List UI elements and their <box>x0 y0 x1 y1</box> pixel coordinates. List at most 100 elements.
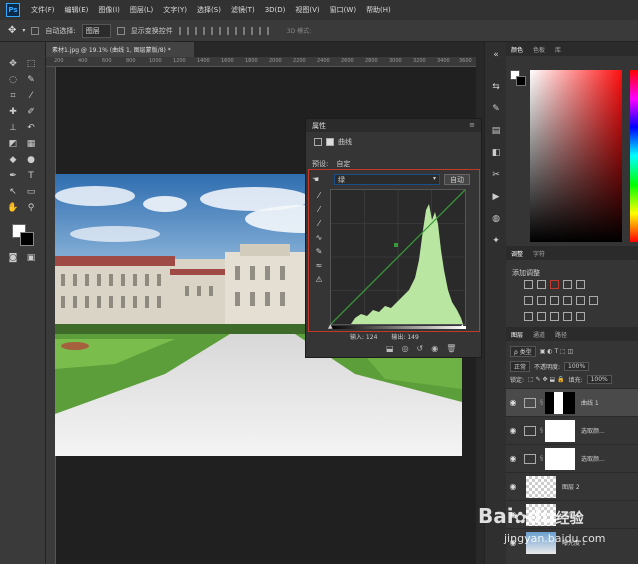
eraser-tool-icon[interactable]: ◩ <box>6 138 20 150</box>
layer-row[interactable]: ◉ § 选取颜... <box>506 444 638 472</box>
marquee-tool-icon[interactable]: ⬚ <box>24 58 38 70</box>
link-icon[interactable]: § <box>540 399 543 406</box>
align-icon[interactable] <box>210 26 221 35</box>
layer-mask-thumbnail[interactable] <box>545 391 575 414</box>
menu-3d[interactable]: 3D(D) <box>260 6 291 14</box>
hue-saturation-icon[interactable] <box>524 296 533 305</box>
vibrance-icon[interactable] <box>576 280 585 289</box>
threshold-icon[interactable] <box>550 312 559 321</box>
tab-paths[interactable]: 路径 <box>555 330 567 339</box>
menu-filter[interactable]: 滤镜(T) <box>226 5 260 15</box>
link-icon[interactable]: § <box>540 427 543 434</box>
tab-adjustments[interactable]: 调整 <box>511 249 523 258</box>
layer-mask-thumbnail[interactable] <box>545 447 575 470</box>
type-tool-icon[interactable]: T <box>24 170 38 182</box>
distribute-icon[interactable] <box>226 26 237 35</box>
pen-tool-icon[interactable]: ✒ <box>6 170 20 182</box>
background-color-swatch[interactable] <box>20 232 34 246</box>
tab-layers[interactable]: 图层 <box>511 330 523 339</box>
brush-panel-icon[interactable]: ✎ <box>490 104 502 116</box>
eyedropper-icon[interactable]: ⁄ <box>24 90 38 102</box>
history-brush-icon[interactable]: ↶ <box>24 122 38 134</box>
properties-panel-icon[interactable]: ▤ <box>490 126 502 138</box>
blend-mode-select[interactable]: 正常 <box>510 361 531 372</box>
photo-filter-icon[interactable] <box>563 296 572 305</box>
move-tool-icon[interactable]: ✥ <box>6 58 20 70</box>
eye-icon[interactable]: ◉ <box>506 398 520 407</box>
gradient-tool-icon[interactable]: ▦ <box>24 138 38 150</box>
tab-character[interactable]: 字符 <box>533 249 545 258</box>
layer-row[interactable]: ◉ 图层 2 <box>506 472 638 500</box>
brush-tool-icon[interactable]: ✐ <box>24 106 38 118</box>
info-panel-icon[interactable]: ◍ <box>490 214 502 226</box>
levels-icon[interactable] <box>537 280 546 289</box>
tab-channels[interactable]: 通道 <box>533 330 545 339</box>
layer-mask-thumbnail[interactable] <box>545 419 575 442</box>
actions-panel-icon[interactable]: ▶ <box>490 192 502 204</box>
hue-slider[interactable] <box>630 70 638 242</box>
menu-help[interactable]: 帮助(H) <box>361 5 396 15</box>
gradient-map-icon[interactable] <box>563 312 572 321</box>
chevron-down-icon[interactable]: ▾ <box>22 27 25 34</box>
panel-menu-icon[interactable]: ≡ <box>469 121 475 129</box>
lock-icons[interactable]: ⬚ ✎ ✥ ⬓ 🔒 <box>528 376 565 383</box>
healing-brush-icon[interactable]: ✚ <box>6 106 20 118</box>
quick-mask-icon[interactable]: ◙ <box>6 252 20 264</box>
opacity-input[interactable]: 100% <box>564 362 590 371</box>
shape-tool-icon[interactable]: ▭ <box>24 186 38 198</box>
zoom-tool-icon[interactable]: ⚲ <box>24 202 38 214</box>
hand-tool-icon[interactable]: ✋ <box>6 202 20 214</box>
tab-libraries[interactable]: 库 <box>555 45 561 54</box>
menu-view[interactable]: 视图(V) <box>290 5 324 15</box>
quick-select-icon[interactable]: ✎ <box>24 74 38 86</box>
eye-icon[interactable]: ◉ <box>506 454 520 463</box>
clip-to-layer-icon[interactable]: ⬓ <box>386 344 394 353</box>
exposure-icon[interactable] <box>563 280 572 289</box>
auto-select-target[interactable]: 图层 <box>81 23 111 38</box>
distribute-icon[interactable] <box>242 26 253 35</box>
layer-thumbnail[interactable] <box>526 475 556 498</box>
crop-tool-icon[interactable]: ⌗ <box>6 90 20 102</box>
auto-select-checkbox[interactable] <box>31 26 40 35</box>
tab-swatches[interactable]: 色板 <box>533 45 545 54</box>
view-previous-icon[interactable]: ◎ <box>402 344 409 353</box>
stamp-tool-icon[interactable]: ⊥ <box>6 122 20 134</box>
distribute-icon[interactable] <box>258 26 269 35</box>
channel-mixer-icon[interactable] <box>576 296 585 305</box>
menu-type[interactable]: 文字(Y) <box>158 5 192 15</box>
trash-icon[interactable]: 🗑 <box>446 344 456 353</box>
selective-color-icon[interactable] <box>576 312 585 321</box>
color-balance-icon[interactable] <box>537 296 546 305</box>
collapse-icon[interactable]: « <box>490 50 502 62</box>
tab-color[interactable]: 颜色 <box>511 45 523 54</box>
curves-icon[interactable] <box>550 280 559 289</box>
invert-icon[interactable] <box>524 312 533 321</box>
adjustments-panel-icon[interactable]: ◧ <box>490 148 502 160</box>
link-icon[interactable]: § <box>540 455 543 462</box>
menu-layer[interactable]: 图层(L) <box>125 5 158 15</box>
menu-file[interactable]: 文件(F) <box>26 5 60 15</box>
black-white-icon[interactable] <box>550 296 559 305</box>
show-transform-checkbox[interactable] <box>116 26 125 35</box>
brightness-icon[interactable] <box>524 280 533 289</box>
screen-mode-icon[interactable]: ▣ <box>24 252 38 264</box>
dodge-tool-icon[interactable]: ● <box>24 154 38 166</box>
fill-input[interactable]: 100% <box>586 375 612 384</box>
move-tool-icon[interactable]: ✥ <box>8 25 16 36</box>
layer-row[interactable]: ◉ § 选取颜... <box>506 416 638 444</box>
menu-image[interactable]: 图像(I) <box>93 5 125 15</box>
background-swatch[interactable] <box>516 76 526 86</box>
menu-select[interactable]: 选择(S) <box>192 5 226 15</box>
layer-row[interactable]: ◉ § 曲线 1 <box>506 388 638 416</box>
blur-tool-icon[interactable]: ◆ <box>6 154 20 166</box>
color-field[interactable] <box>530 70 622 242</box>
menu-window[interactable]: 窗口(W) <box>325 5 361 15</box>
history-panel-icon[interactable]: ⇆ <box>490 82 502 94</box>
visibility-icon[interactable]: ◉ <box>431 344 438 353</box>
eye-icon[interactable]: ◉ <box>506 426 520 435</box>
align-icon[interactable] <box>178 26 189 35</box>
align-icon[interactable] <box>194 26 205 35</box>
lightbulb-icon[interactable]: ✦ <box>490 236 502 248</box>
document-tab[interactable]: 素材1.jpg @ 19.1% (曲线 1, 图层蒙版/8) * <box>46 42 194 57</box>
tools-panel-icon[interactable]: ✂ <box>490 170 502 182</box>
